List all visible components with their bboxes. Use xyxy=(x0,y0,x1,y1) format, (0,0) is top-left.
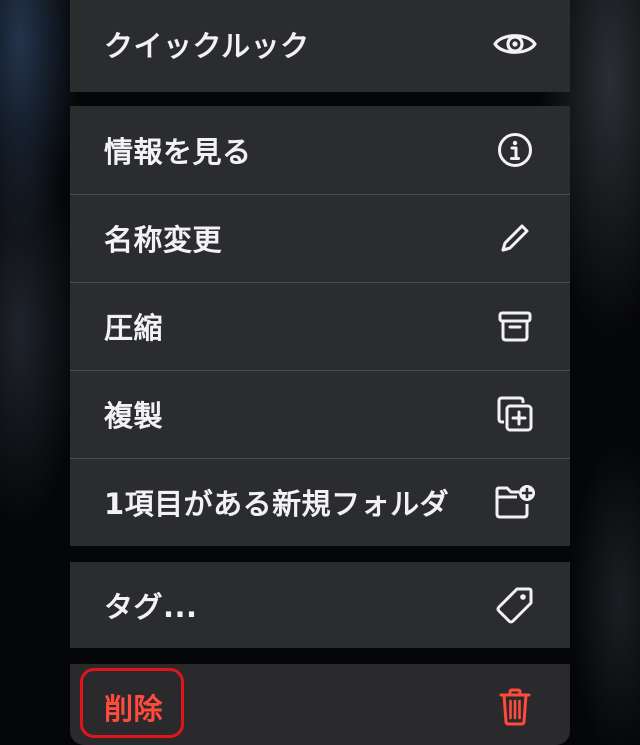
menu-group-preview: クイックルック xyxy=(70,0,570,92)
menu-item-label: 複製 xyxy=(104,399,164,433)
menu-item-label: 圧縮 xyxy=(104,311,164,345)
menu-item-quick-look[interactable]: クイックルック xyxy=(70,0,570,92)
folder-plus-icon xyxy=(492,479,538,525)
menu-item-label: 1項目がある新規フォルダ xyxy=(104,487,450,521)
menu-item-get-info[interactable]: 情報を見る xyxy=(70,106,570,194)
pencil-icon xyxy=(492,215,538,261)
menu-group-tags: タグ... xyxy=(70,562,570,648)
menu-item-new-folder-with-item[interactable]: 1項目がある新規フォルダ xyxy=(70,458,570,546)
context-menu: クイックルック 情報を見る 名称変更 圧縮 複製 1項目がある新規フォルダ タグ… xyxy=(70,0,570,745)
menu-group-actions: 情報を見る 名称変更 圧縮 複製 1項目がある新規フォルダ xyxy=(70,106,570,546)
delete-highlight-box xyxy=(80,668,184,738)
trash-icon xyxy=(492,684,538,730)
menu-item-label: 情報を見る xyxy=(104,135,252,169)
tag-icon xyxy=(492,582,538,628)
archive-box-icon xyxy=(492,303,538,349)
eye-icon xyxy=(492,21,538,67)
menu-item-label: クイックルック xyxy=(104,29,310,63)
menu-item-rename[interactable]: 名称変更 xyxy=(70,194,570,282)
duplicate-plus-icon xyxy=(492,391,538,437)
info-circle-icon xyxy=(492,127,538,173)
menu-item-tags[interactable]: タグ... xyxy=(70,562,570,648)
menu-item-duplicate[interactable]: 複製 xyxy=(70,370,570,458)
menu-item-label: タグ... xyxy=(104,590,198,624)
menu-item-compress[interactable]: 圧縮 xyxy=(70,282,570,370)
menu-item-label: 名称変更 xyxy=(104,223,223,257)
